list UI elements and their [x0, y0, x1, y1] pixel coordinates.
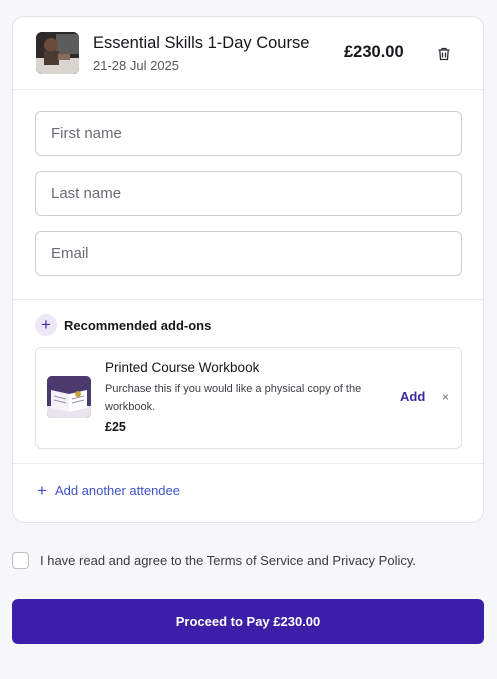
course-summary: Essential Skills 1-Day Course 21-28 Jul …	[13, 17, 483, 90]
course-title: Essential Skills 1-Day Course	[93, 34, 310, 52]
attendee-card: Essential Skills 1-Day Course 21-28 Jul …	[12, 16, 484, 523]
addon-add-button[interactable]: Add	[400, 389, 425, 404]
section-divider	[13, 463, 483, 464]
last-name-input[interactable]	[35, 171, 462, 216]
plus-icon: +	[37, 480, 47, 500]
terms-label: I have read and agree to the Terms of Se…	[40, 553, 416, 568]
proceed-to-pay-button[interactable]: Proceed to Pay £230.00	[12, 599, 484, 644]
workbook-thumbnail-image	[47, 376, 91, 418]
section-divider	[13, 299, 483, 300]
course-thumbnail	[36, 32, 79, 74]
add-attendee-button[interactable]: + Add another attendee	[37, 480, 180, 500]
addon-price: £25	[105, 420, 126, 434]
addons-title: Recommended add-ons	[64, 318, 212, 333]
addon-card: Printed Course Workbook Purchase this if…	[35, 347, 462, 449]
first-name-input[interactable]	[35, 111, 462, 156]
course-thumbnail-image	[36, 32, 79, 74]
email-input[interactable]	[35, 231, 462, 276]
plus-icon: +	[35, 314, 57, 336]
addon-description: Purchase this if you would like a physic…	[105, 383, 362, 413]
terms-checkbox[interactable]	[12, 552, 29, 569]
add-attendee-label: Add another attendee	[54, 483, 180, 498]
course-dates: 21-28 Jul 2025	[93, 58, 180, 73]
addon-name: Printed Course Workbook	[105, 360, 260, 375]
trash-icon[interactable]	[436, 46, 452, 62]
addon-dismiss-button[interactable]: ×	[442, 390, 449, 404]
course-price: £230.00	[344, 43, 404, 61]
workbook-thumbnail	[47, 376, 91, 418]
